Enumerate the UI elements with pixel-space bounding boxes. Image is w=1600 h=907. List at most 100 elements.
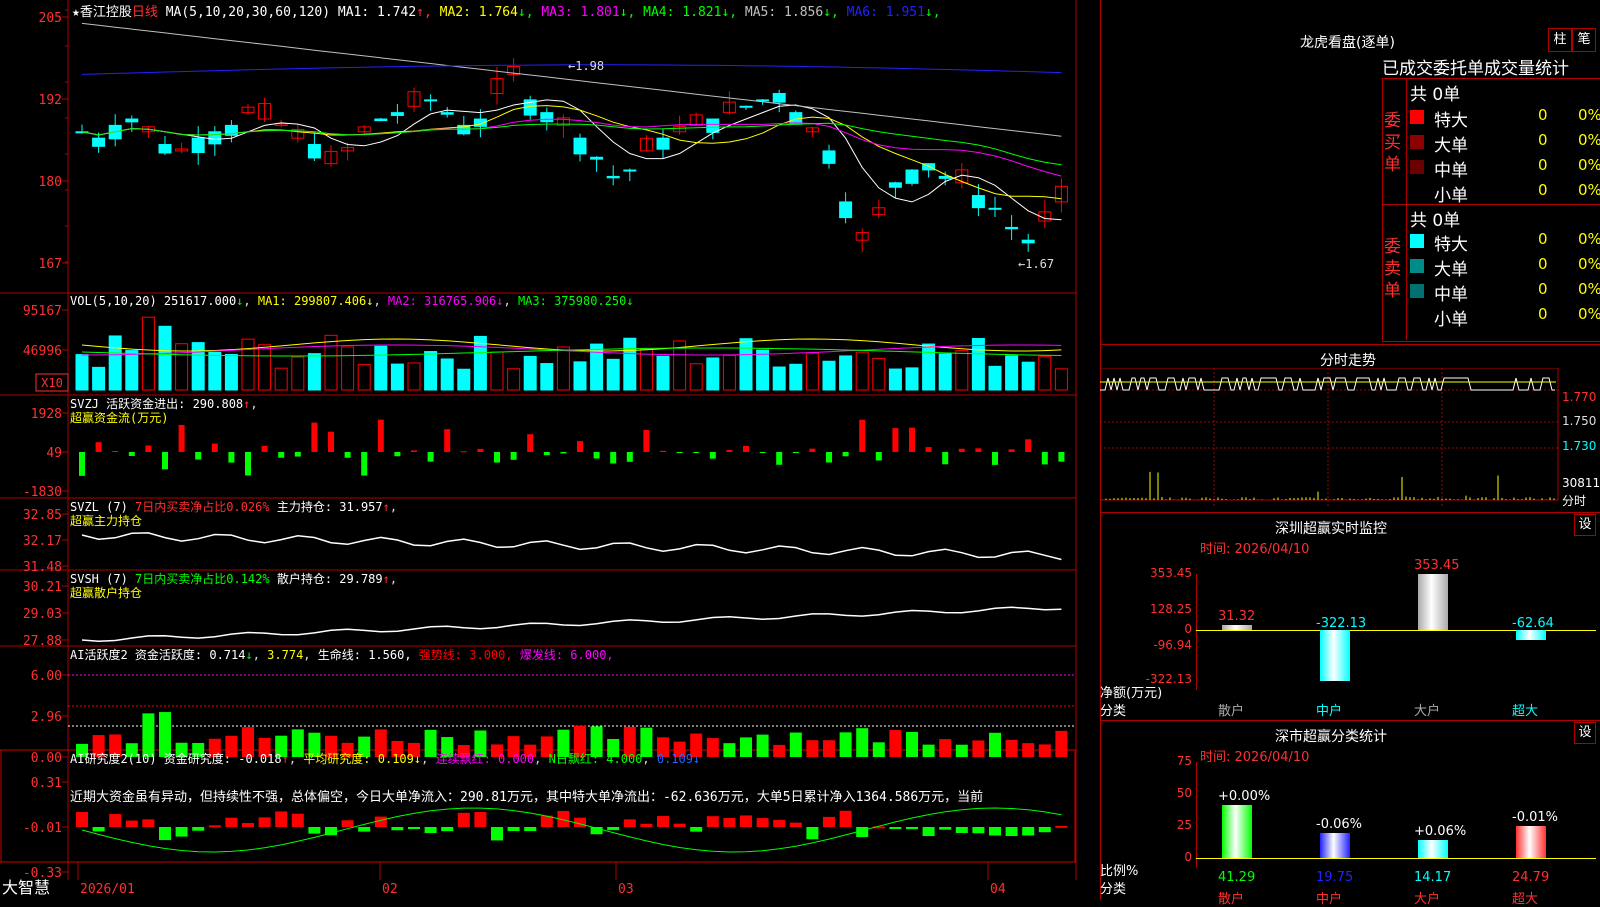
volume-bar	[722, 354, 736, 391]
volume-bar	[75, 354, 89, 391]
ai-research-bar	[972, 827, 985, 834]
ai-research-bar	[939, 827, 952, 830]
market-stats-bar-label: -0.01%	[1512, 810, 1558, 826]
stats-header: 已成交委托单成交量统计	[1382, 59, 1569, 79]
svzj-bar	[958, 448, 965, 452]
market-stats-tick-label: 25	[1176, 818, 1192, 832]
ai-research-bar	[640, 823, 653, 827]
candle-body	[839, 201, 853, 219]
volume-bar	[390, 363, 404, 391]
svzj-bar	[311, 422, 318, 452]
ai-research-bar	[789, 822, 802, 827]
ai-research-bar	[208, 825, 221, 828]
ai-research-line	[81, 807, 1062, 853]
market-stats-tick-label: 75	[1176, 754, 1192, 768]
svzj-bar	[875, 452, 882, 461]
volume-bar	[523, 355, 537, 391]
sz-monitor-value-label: 大户	[1414, 704, 1441, 719]
market-stats-settings-button[interactable]: 设	[1574, 722, 1596, 744]
svzj-bar	[95, 442, 102, 452]
svzj-bar	[261, 445, 268, 452]
ma-value-1: MA1: 1.742↑,	[337, 5, 432, 20]
svzj-bar	[394, 452, 401, 457]
ai-active-bar	[1005, 739, 1018, 757]
research-panel-frame	[0, 749, 1076, 863]
tab-pen-button[interactable]: 笔	[1572, 28, 1596, 52]
svzj-bar	[460, 451, 467, 453]
ai-research-bar	[1055, 825, 1068, 828]
buy-row-label: 中单	[1434, 161, 1468, 181]
svzj-bar	[942, 452, 949, 465]
volume-bar	[540, 363, 554, 391]
volume-bar	[108, 335, 122, 391]
ai-research-bar	[823, 816, 835, 827]
ai-active-bar	[823, 740, 835, 757]
ai-research-bar	[457, 812, 470, 827]
svzj-bar	[809, 448, 816, 452]
ai-research-bar	[673, 823, 686, 827]
svzj-bar	[892, 428, 899, 452]
vol-unit-label: X10	[41, 376, 63, 390]
volume-bar	[756, 349, 770, 391]
svzj-bar	[411, 450, 417, 452]
candle-body	[756, 99, 770, 102]
buy-row-count: 0	[1538, 131, 1548, 149]
ma-value-4: MA4: 1.821↓,	[635, 5, 738, 20]
market-stats-title: 深市超赢分类统计	[1275, 729, 1387, 745]
volume-bar	[241, 338, 255, 391]
ai-research-bar	[657, 816, 669, 827]
stock-name[interactable]: 香江控股	[80, 5, 132, 20]
ai-research-bar	[391, 827, 404, 831]
sell-row-swatch	[1410, 234, 1424, 248]
ai-research-bar	[906, 827, 918, 830]
ai-active-tick-label: 2.96	[31, 710, 62, 725]
svzj-bar	[112, 450, 119, 452]
volume-bar	[473, 335, 487, 391]
buy-row-label: 大单	[1434, 136, 1468, 156]
svzj-bar	[759, 452, 766, 453]
divider	[1100, 512, 1600, 513]
date-tick-label: 2026/01	[80, 882, 135, 897]
ai-research-header: AI研究度2(10) 资金研究度: -0.018↑, 平均研究度: 0.109↓…	[70, 752, 701, 766]
ma-value-6: MA6: 1.951↓,	[838, 5, 941, 20]
candlesticks	[75, 58, 1068, 253]
sell-row-pct: 0%	[1578, 230, 1600, 248]
volume-bar	[440, 358, 454, 391]
candle-body	[424, 99, 438, 102]
intraday-chart[interactable]	[1100, 368, 1560, 508]
buy-row-count: 0	[1538, 106, 1548, 124]
svzj-bar	[643, 429, 650, 452]
buy-row-pct: 0%	[1578, 131, 1600, 149]
sz-monitor-y-axis	[1196, 574, 1197, 690]
buy-row-swatch	[1410, 110, 1424, 124]
ai-research-bar	[341, 820, 354, 827]
candle-body	[988, 207, 1002, 210]
candle-body	[374, 118, 388, 122]
candle-body	[390, 112, 404, 116]
intraday-tick-label: 1.730	[1562, 439, 1597, 453]
candle-body	[208, 131, 222, 145]
sz-monitor-bar	[1222, 625, 1252, 630]
volume-bar	[789, 363, 803, 391]
market-stats-value-label: 24.79	[1512, 870, 1550, 885]
candle-body	[191, 137, 205, 153]
sz-monitor-settings-button[interactable]: 设	[1574, 514, 1596, 536]
ai-research-bar	[109, 814, 122, 827]
intraday-tick-label: 1.750	[1562, 414, 1597, 428]
period-label[interactable]: 日线	[132, 5, 158, 20]
sell-row-count: 0	[1538, 255, 1548, 273]
volume-bar	[1054, 368, 1068, 391]
volume-bar	[706, 357, 720, 391]
tab-bar-button[interactable]: 柱	[1548, 28, 1572, 52]
sell-row-pct: 0%	[1578, 305, 1600, 323]
ai-active-bar	[856, 728, 869, 757]
ai-active-bar	[806, 740, 819, 757]
candle-body	[540, 112, 554, 123]
sz-monitor-axis-label: 净额(万元)	[1100, 686, 1163, 701]
low-annotation: ←1.67	[1018, 257, 1054, 271]
svzj-bar	[543, 452, 550, 456]
buy-total: 共 0单	[1410, 85, 1461, 105]
buy-row-pct: 0%	[1578, 181, 1600, 199]
price-tick-label: 167	[39, 257, 62, 272]
ai-active-bar	[939, 739, 952, 757]
